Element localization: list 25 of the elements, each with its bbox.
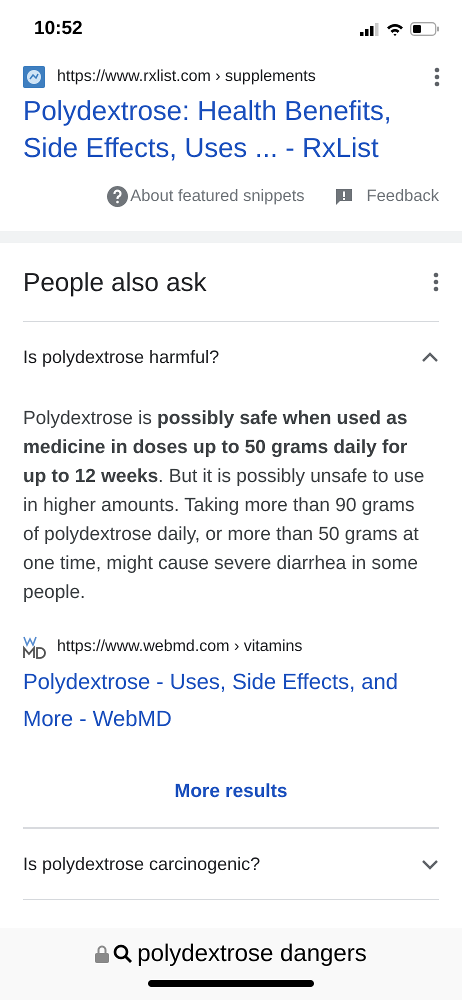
- question-row[interactable]: Is polydextrose carcinogenic?: [23, 829, 439, 899]
- answer-text: Polydextrose is possibly safe when used as medicine in doses up to 50 grams daily for up to 12 weeks. But it is possibly unsafe to use in higher amounts. Taking more than 90 grams of polydextrose daily, or more than 50 grams at one time, might cause severe diarrhea in some people.: [23, 407, 426, 605]
- lock-icon: [95, 945, 110, 963]
- site-logo-icon: [23, 635, 47, 659]
- more-results-link[interactable]: More results: [174, 781, 288, 803]
- question-row[interactable]: Is polydextrose harmful?: [23, 322, 439, 392]
- result-title-link[interactable]: Polydextrose: Health Benefits, Side Effects, Uses ... - RxList: [23, 92, 440, 166]
- result-url: https://www.rxlist.com › supplements: [57, 68, 317, 86]
- more-options-icon[interactable]: [433, 272, 439, 292]
- site-logo-icon: [23, 66, 45, 88]
- status-time: 10:52: [34, 18, 83, 40]
- help-icon: [107, 186, 128, 207]
- about-snippets-link[interactable]: About featured snippets: [107, 186, 305, 207]
- source-title-link[interactable]: Polydextrose - Uses, Side Effects, and More - WebMD: [23, 663, 439, 737]
- source-url: https://www.webmd.com › vitamins: [57, 638, 304, 656]
- search-icon: [113, 944, 134, 964]
- battery-icon: [410, 22, 440, 36]
- chevron-down-icon: [421, 858, 439, 870]
- wifi-icon: [386, 22, 404, 36]
- chevron-up-icon: [421, 352, 439, 362]
- feedback-icon: [334, 188, 353, 206]
- signal-icon: [360, 22, 380, 36]
- more-options-icon[interactable]: [434, 67, 440, 87]
- section-heading: People also ask: [23, 266, 207, 298]
- feedback-link[interactable]: Feedback: [334, 187, 439, 206]
